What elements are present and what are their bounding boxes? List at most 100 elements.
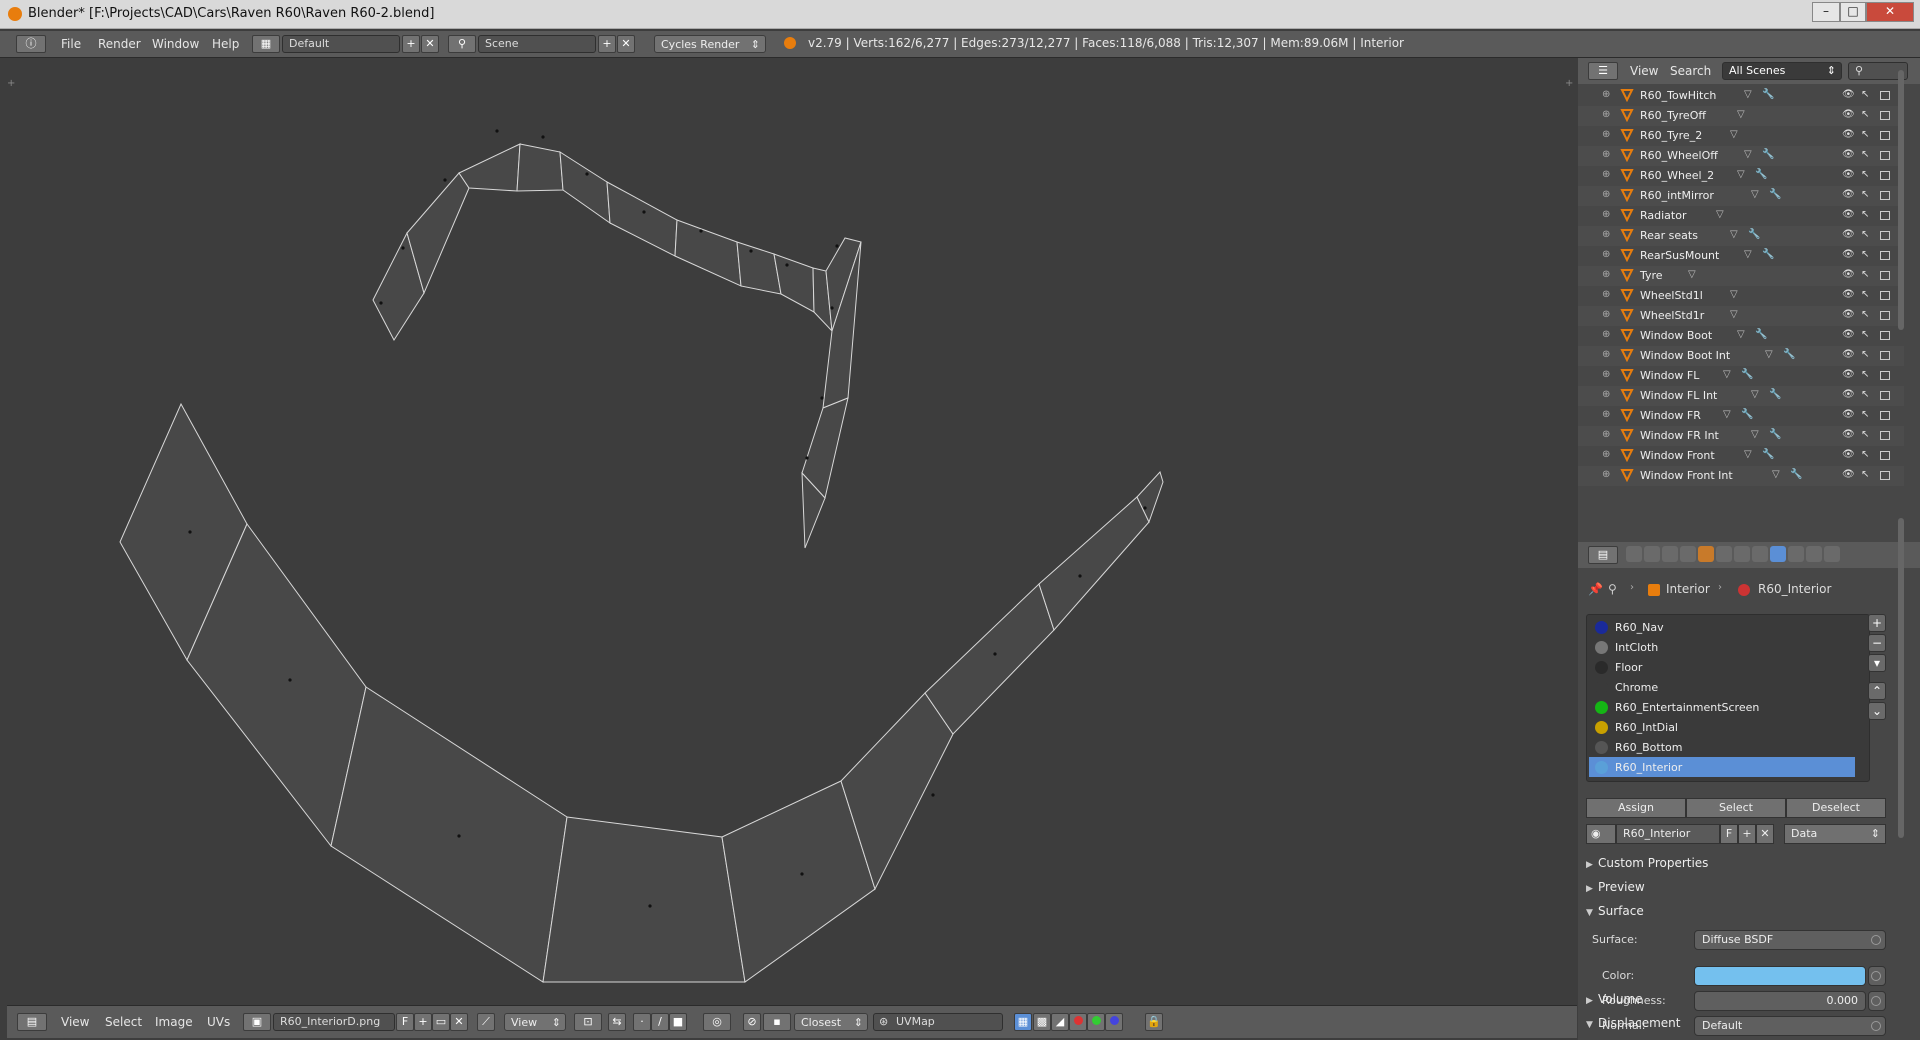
render-camera-icon[interactable]	[1880, 331, 1890, 340]
mesh-data-icon[interactable]: ▽	[1688, 269, 1696, 280]
outliner-menu-view[interactable]: View	[1630, 62, 1658, 80]
modifier-wrench-icon[interactable]: 🔧	[1762, 149, 1774, 160]
outliner-item[interactable]: ⊕ R60_TyreOff ▽ 👁 ↖	[1578, 106, 1904, 126]
editor-type-uv-icon[interactable]: ▤	[17, 1013, 47, 1031]
outliner-item[interactable]: ⊕ Window FL Int ▽ 🔧 👁 ↖	[1578, 386, 1904, 406]
editor-type-outliner-icon[interactable]: ☰	[1588, 62, 1618, 80]
tab-physics-icon[interactable]	[1824, 546, 1840, 562]
outliner-item-name[interactable]: Window FR Int	[1640, 429, 1719, 442]
outliner-item-name[interactable]: R60_intMirror	[1640, 189, 1714, 202]
modifier-wrench-icon[interactable]: 🔧	[1762, 89, 1774, 100]
uv-face[interactable]	[330, 686, 568, 983]
lock-icon[interactable]: 🔒	[1145, 1013, 1163, 1031]
material-slot-item[interactable]: Chrome	[1589, 677, 1855, 697]
uv-face[interactable]	[458, 143, 521, 192]
menu-file[interactable]: File	[61, 35, 81, 53]
outliner-item[interactable]: ⊕ Window Front ▽ 🔧 👁 ↖	[1578, 446, 1904, 466]
visibility-eye-icon[interactable]: 👁	[1842, 429, 1855, 440]
render-camera-icon[interactable]	[1880, 271, 1890, 280]
tab-modifiers-icon[interactable]	[1734, 546, 1750, 562]
outliner-item[interactable]: ⊕ Radiator ▽ 👁 ↖	[1578, 206, 1904, 226]
render-camera-icon[interactable]	[1880, 471, 1890, 480]
mesh-data-icon[interactable]: ▽	[1744, 149, 1752, 160]
browse-material-icon[interactable]: ◉	[1586, 824, 1616, 844]
material-slot-list[interactable]: R60_Nav IntCloth Floor Chrome R60_Entertainm…	[1586, 614, 1870, 782]
selectable-cursor-icon[interactable]: ↖	[1861, 309, 1869, 320]
visibility-eye-icon[interactable]: 👁	[1842, 469, 1855, 480]
mesh-data-icon[interactable]: ▽	[1723, 409, 1731, 420]
selectable-cursor-icon[interactable]: ↖	[1861, 409, 1869, 420]
display-channel-g-icon[interactable]	[1087, 1013, 1105, 1031]
modifier-wrench-icon[interactable]: 🔧	[1769, 389, 1781, 400]
expand-icon[interactable]: ⊕	[1602, 209, 1610, 220]
render-camera-icon[interactable]	[1880, 251, 1890, 260]
menu-window[interactable]: Window	[152, 35, 199, 53]
render-camera-icon[interactable]	[1880, 371, 1890, 380]
tab-constraints-icon[interactable]	[1716, 546, 1732, 562]
expand-icon[interactable]: ⊕	[1602, 249, 1610, 260]
outliner-item-name[interactable]: Window Front	[1640, 449, 1715, 462]
image-browse-icon[interactable]: ▣	[243, 1013, 271, 1031]
mesh-data-icon[interactable]: ▽	[1737, 109, 1745, 120]
material-slot-item[interactable]: R60_Bottom	[1589, 737, 1855, 757]
expand-icon[interactable]: ⊕	[1602, 409, 1610, 420]
outliner-scrollbar[interactable]	[1898, 70, 1904, 330]
expand-icon[interactable]: ⊕	[1602, 189, 1610, 200]
outliner-item-name[interactable]: Radiator	[1640, 209, 1687, 222]
expand-icon[interactable]: ⊕	[1602, 389, 1610, 400]
render-camera-icon[interactable]	[1880, 171, 1890, 180]
visibility-eye-icon[interactable]: 👁	[1842, 309, 1855, 320]
view-mode-dropdown[interactable]: View ⇕	[504, 1013, 566, 1031]
mesh-data-icon[interactable]: ▽	[1737, 169, 1745, 180]
color-socket-button[interactable]	[1868, 966, 1886, 986]
outliner-item[interactable]: ⊕ Window FR Int ▽ 🔧 👁 ↖	[1578, 426, 1904, 446]
material-slot-item[interactable]: R60_Interior	[1589, 757, 1855, 777]
maximize-button[interactable]: □	[1840, 2, 1866, 22]
mesh-data-icon[interactable]: ▽	[1730, 289, 1738, 300]
material-name-field[interactable]: R60_Interior	[1616, 824, 1720, 844]
selectable-cursor-icon[interactable]: ↖	[1861, 249, 1869, 260]
pivot-icon[interactable]: ⊡	[574, 1013, 602, 1031]
editor-type-properties-icon[interactable]: ▤	[1588, 546, 1618, 564]
selectable-cursor-icon[interactable]: ↖	[1861, 109, 1869, 120]
expand-icon[interactable]: ⊕	[1602, 309, 1610, 320]
render-camera-icon[interactable]	[1880, 451, 1890, 460]
mesh-data-icon[interactable]: ▽	[1723, 369, 1731, 380]
modifier-wrench-icon[interactable]: 🔧	[1762, 249, 1774, 260]
mesh-data-icon[interactable]: ▽	[1744, 249, 1752, 260]
tab-material-icon[interactable]	[1770, 546, 1786, 562]
mesh-data-icon[interactable]: ▽	[1765, 349, 1773, 360]
visibility-eye-icon[interactable]: 👁	[1842, 229, 1855, 240]
vertex-select-icon[interactable]: ·	[633, 1013, 651, 1031]
selectable-cursor-icon[interactable]: ↖	[1861, 129, 1869, 140]
outliner-item[interactable]: ⊕ RearSusMount ▽ 🔧 👁 ↖	[1578, 246, 1904, 266]
area-corner-icon[interactable]: +	[1565, 78, 1573, 89]
panel-surface[interactable]: ▼ Surface	[1586, 900, 1902, 922]
visibility-eye-icon[interactable]: 👁	[1842, 109, 1855, 120]
outliner-item[interactable]: ⊕ R60_Tyre_2 ▽ 👁 ↖	[1578, 126, 1904, 146]
render-camera-icon[interactable]	[1880, 391, 1890, 400]
area-corner-icon[interactable]: +	[7, 78, 15, 89]
menu-view[interactable]: View	[61, 1013, 89, 1031]
render-camera-icon[interactable]	[1880, 311, 1890, 320]
screen-layout-icon[interactable]: ▦	[252, 35, 280, 53]
expand-icon[interactable]: ⊕	[1602, 169, 1610, 180]
expand-icon[interactable]: ⊕	[1602, 109, 1610, 120]
expand-icon[interactable]: ⊕	[1602, 329, 1610, 340]
selectable-cursor-icon[interactable]: ↖	[1861, 209, 1869, 220]
outliner-item-name[interactable]: R60_Wheel_2	[1640, 169, 1714, 182]
outliner-item[interactable]: ⊕ Window Boot Int ▽ 🔧 👁 ↖	[1578, 346, 1904, 366]
tab-texture-icon[interactable]	[1788, 546, 1804, 562]
expand-icon[interactable]: ⊕	[1602, 289, 1610, 300]
visibility-eye-icon[interactable]: 👁	[1842, 349, 1855, 360]
scene-field[interactable]: Scene	[478, 35, 596, 53]
material-slot-item[interactable]: R60_Nav	[1589, 617, 1855, 637]
selectable-cursor-icon[interactable]: ↖	[1861, 389, 1869, 400]
render-camera-icon[interactable]	[1880, 131, 1890, 140]
new-image-button[interactable]: +	[414, 1013, 432, 1031]
render-camera-icon[interactable]	[1880, 91, 1890, 100]
outliner-item-name[interactable]: R60_TyreOff	[1640, 109, 1706, 122]
expand-icon[interactable]: ⊕	[1602, 89, 1610, 100]
remove-material-slot-button[interactable]: −	[1868, 634, 1886, 652]
outliner-item-name[interactable]: WheelStd1r	[1640, 309, 1704, 322]
